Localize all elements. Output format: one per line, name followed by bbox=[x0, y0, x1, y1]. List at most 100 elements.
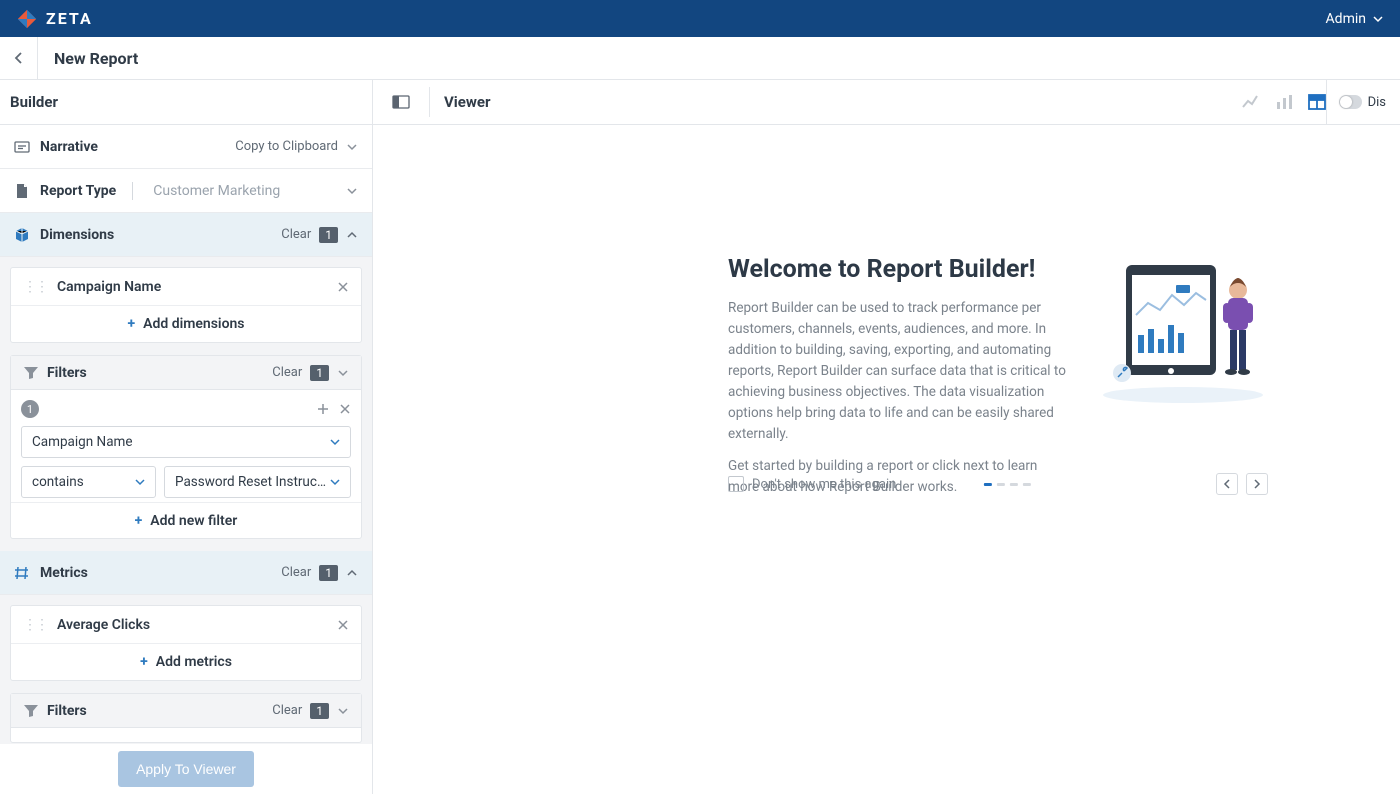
dimension-item[interactable]: ⋮⋮ Campaign Name bbox=[11, 268, 361, 306]
filter-value-select[interactable]: Password Reset Instructio... bbox=[164, 466, 351, 498]
add-metric-button[interactable]: + Add metrics bbox=[11, 644, 361, 680]
chevron-up-icon bbox=[346, 229, 358, 241]
chevron-left-icon bbox=[14, 51, 24, 65]
carousel-dot[interactable] bbox=[997, 483, 1005, 486]
metric-filters-header[interactable]: Filters Clear 1 bbox=[11, 694, 361, 728]
metric-item-label: Average Clicks bbox=[57, 617, 150, 633]
chevron-down-icon bbox=[337, 367, 349, 379]
brand-logo[interactable]: ZETA bbox=[16, 8, 93, 30]
remove-metric-button[interactable] bbox=[337, 619, 349, 631]
plus-icon: + bbox=[127, 316, 135, 332]
page-title: New Report bbox=[38, 49, 138, 68]
table-chart-button[interactable] bbox=[1308, 94, 1326, 110]
filter-group-index: 1 bbox=[21, 400, 39, 418]
chevron-down-icon bbox=[330, 437, 340, 447]
zeta-logo-icon bbox=[16, 8, 38, 30]
dimension-filters-header[interactable]: Filters Clear 1 bbox=[11, 356, 361, 390]
title-bar: New Report bbox=[0, 37, 1400, 80]
apply-to-viewer-button[interactable]: Apply To Viewer bbox=[118, 751, 254, 787]
display-toggle[interactable] bbox=[1339, 95, 1362, 109]
user-menu[interactable]: Admin bbox=[1326, 11, 1384, 27]
display-panel-toggle[interactable]: Dis bbox=[1326, 80, 1386, 125]
cube-icon bbox=[14, 227, 30, 243]
dimensions-clear[interactable]: Clear bbox=[281, 227, 311, 242]
welcome-heading: Welcome to Report Builder! bbox=[728, 255, 1068, 284]
viewer-body: Welcome to Report Builder! Report Builde… bbox=[373, 125, 1400, 794]
chevron-down-icon bbox=[346, 141, 358, 153]
add-dimension-button[interactable]: + Add dimensions bbox=[11, 306, 361, 342]
filter-icon bbox=[23, 703, 39, 719]
section-metrics[interactable]: Metrics Clear 1 bbox=[0, 551, 372, 595]
metric-item[interactable]: ⋮⋮ Average Clicks bbox=[11, 606, 361, 644]
chevron-up-icon bbox=[346, 567, 358, 579]
report-type-label: Report Type bbox=[40, 183, 116, 199]
viewer-panel: Viewer Dis Welcome to Report Builder! Re… bbox=[373, 80, 1400, 794]
chevron-down-icon bbox=[330, 477, 340, 487]
table-icon bbox=[1308, 94, 1326, 110]
dimension-filters-card: Filters Clear 1 1 bbox=[10, 355, 362, 539]
bar-chart-button[interactable] bbox=[1276, 94, 1294, 110]
section-dimensions[interactable]: Dimensions Clear 1 bbox=[0, 213, 372, 257]
plus-icon: + bbox=[135, 513, 143, 529]
dont-show-checkbox[interactable] bbox=[728, 476, 744, 492]
document-icon bbox=[14, 183, 30, 199]
close-icon bbox=[337, 619, 349, 631]
remove-filter-group-button[interactable] bbox=[339, 403, 351, 415]
close-icon bbox=[339, 403, 351, 415]
plus-icon bbox=[317, 403, 329, 415]
add-metric-label: Add metrics bbox=[156, 654, 232, 670]
report-type-value: Customer Marketing bbox=[153, 183, 280, 199]
builder-header: Builder bbox=[0, 80, 372, 125]
filter-icon bbox=[23, 365, 39, 381]
welcome-illustration bbox=[1098, 255, 1268, 405]
metrics-label: Metrics bbox=[40, 565, 88, 581]
back-button[interactable] bbox=[0, 37, 38, 80]
dimensions-count: 1 bbox=[319, 227, 338, 243]
dimensions-card: ⋮⋮ Campaign Name + Add dimensions bbox=[10, 267, 362, 343]
metrics-clear[interactable]: Clear bbox=[281, 565, 311, 580]
display-toggle-label: Dis bbox=[1368, 95, 1386, 110]
user-label: Admin bbox=[1326, 11, 1366, 27]
dim-filters-clear[interactable]: Clear bbox=[272, 365, 302, 380]
remove-dimension-button[interactable] bbox=[337, 281, 349, 293]
narrative-icon bbox=[14, 139, 30, 155]
welcome-card: Welcome to Report Builder! Report Builde… bbox=[728, 255, 1268, 510]
viewer-title: Viewer bbox=[444, 93, 490, 111]
collapse-builder-button[interactable] bbox=[387, 88, 415, 116]
filter-group-header: 1 bbox=[21, 400, 351, 418]
add-filter-group-button[interactable] bbox=[317, 403, 329, 415]
filter-field-select[interactable]: Campaign Name bbox=[21, 426, 351, 458]
section-narrative[interactable]: Narrative Copy to Clipboard bbox=[0, 125, 372, 169]
met-filters-clear[interactable]: Clear bbox=[272, 703, 302, 718]
drag-handle-icon[interactable]: ⋮⋮ bbox=[23, 617, 47, 633]
builder-panel: Builder Narrative Copy to Clipboard Repo… bbox=[0, 80, 373, 794]
carousel-next-button[interactable] bbox=[1246, 473, 1268, 495]
dimensions-label: Dimensions bbox=[40, 227, 114, 243]
line-chart-button[interactable] bbox=[1242, 94, 1262, 110]
drag-handle-icon[interactable]: ⋮⋮ bbox=[23, 279, 47, 295]
metric-filters-card: Filters Clear 1 bbox=[10, 693, 362, 743]
copy-narrative-link[interactable]: Copy to Clipboard bbox=[235, 139, 338, 154]
builder-scroll[interactable]: Narrative Copy to Clipboard Report Type … bbox=[0, 125, 372, 744]
carousel-dot[interactable] bbox=[1023, 483, 1031, 486]
panel-toggle-icon bbox=[392, 94, 410, 110]
welcome-paragraph-1: Report Builder can be used to track perf… bbox=[728, 298, 1068, 444]
carousel-dot[interactable] bbox=[1010, 483, 1018, 486]
dim-filters-label: Filters bbox=[47, 365, 87, 381]
builder-footer: Apply To Viewer bbox=[0, 744, 372, 794]
add-dimension-label: Add dimensions bbox=[143, 316, 244, 332]
filter-operator-select[interactable]: contains bbox=[21, 466, 156, 498]
add-new-filter-button[interactable]: + Add new filter bbox=[11, 502, 361, 538]
section-report-type[interactable]: Report Type Customer Marketing bbox=[0, 169, 372, 213]
met-filters-count: 1 bbox=[310, 703, 329, 719]
chevron-down-icon bbox=[346, 185, 358, 197]
plus-icon: + bbox=[140, 654, 148, 670]
chevron-down-icon bbox=[1372, 13, 1384, 25]
bar-chart-icon bbox=[1276, 94, 1294, 110]
dimension-item-label: Campaign Name bbox=[57, 279, 161, 295]
close-icon bbox=[337, 281, 349, 293]
welcome-footer: Don't show me this again bbox=[728, 473, 1268, 495]
add-new-filter-label: Add new filter bbox=[150, 513, 237, 529]
carousel-dot[interactable] bbox=[984, 483, 992, 486]
carousel-prev-button[interactable] bbox=[1216, 473, 1238, 495]
